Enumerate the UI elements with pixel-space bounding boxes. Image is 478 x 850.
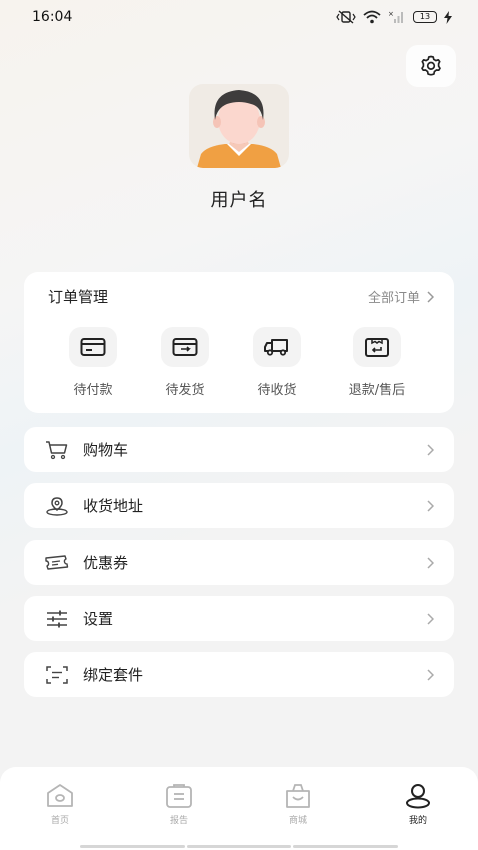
tab-mall[interactable]: 商城	[258, 783, 338, 826]
menu-item-shipping-address[interactable]: 收货地址	[24, 483, 454, 528]
menu-item-coupons[interactable]: 优惠券	[24, 540, 454, 585]
tab-report-label: 报告	[169, 816, 188, 826]
order-pending-shipment-label: 待发货	[165, 383, 205, 398]
vibrate-mute-icon	[336, 10, 356, 24]
settings-button[interactable]	[406, 45, 456, 87]
tab-mall-label: 商城	[288, 816, 307, 826]
home-icon	[47, 784, 73, 807]
chevron-right-icon	[427, 556, 434, 569]
chevron-right-icon	[427, 499, 434, 512]
chevron-right-icon	[427, 290, 434, 303]
tab-home[interactable]: 首页	[20, 783, 100, 826]
chevron-right-icon	[427, 612, 434, 625]
wifi-icon	[363, 10, 381, 24]
location-pin-icon	[46, 496, 68, 516]
tab-mine-label: 我的	[408, 816, 427, 826]
shopping-bag-icon	[286, 784, 310, 808]
charging-bolt-icon	[444, 10, 452, 24]
order-pending-payment[interactable]: 待付款	[48, 327, 138, 398]
order-pending-receipt[interactable]: 待收货	[232, 327, 322, 398]
shopping-cart-icon	[46, 440, 68, 459]
gesture-bar-segment	[80, 845, 185, 848]
status-icons: × 13	[336, 10, 452, 24]
avatar[interactable]	[189, 84, 289, 168]
menu-item-shopping-cart[interactable]: 购物车	[24, 427, 454, 472]
order-pending-shipment[interactable]: 待发货	[140, 327, 230, 398]
tab-mine[interactable]: 我的	[378, 783, 458, 826]
order-pending-payment-label: 待付款	[73, 383, 113, 398]
chevron-right-icon	[427, 668, 434, 681]
tab-report[interactable]: 报告	[139, 783, 219, 826]
status-time: 16:04	[32, 9, 73, 25]
sliders-icon	[47, 610, 67, 627]
scan-frame-icon	[46, 665, 68, 684]
svg-text:×: ×	[388, 10, 394, 18]
coupon-ticket-icon	[45, 554, 69, 570]
order-refund-aftersale-label: 退款/售后	[348, 383, 406, 398]
order-management-title: 订单管理	[48, 288, 109, 306]
status-bar: 16:04 × 13	[0, 0, 478, 34]
report-icon	[166, 784, 192, 808]
menu-item-bind-kit[interactable]: 绑定套件	[24, 652, 454, 697]
all-orders-link[interactable]: 全部订单	[368, 287, 434, 306]
menu-label-settings: 设置	[83, 610, 114, 628]
all-orders-label: 全部订单	[367, 291, 420, 306]
menu-label-bind-kit: 绑定套件	[83, 666, 144, 684]
order-management-card: 订单管理 全部订单 待付款 待发货 待收货 退款/售后	[24, 272, 454, 413]
gesture-bar-segment	[293, 845, 398, 848]
order-pending-receipt-label: 待收货	[257, 383, 297, 398]
menu-label-shopping-cart: 购物车	[83, 441, 129, 459]
chevron-right-icon	[427, 443, 434, 456]
menu-label-coupons: 优惠券	[83, 554, 129, 572]
order-refund-aftersale[interactable]: 退款/售后	[332, 327, 422, 398]
profile-icon	[406, 784, 430, 809]
gear-icon	[421, 55, 441, 76]
return-box-icon	[365, 338, 389, 357]
bottom-tab-bar: 首页 报告 商城 我的	[0, 767, 478, 850]
package-box-icon	[172, 338, 198, 356]
user-avatar-illustration	[197, 90, 281, 168]
menu-item-settings[interactable]: 设置	[24, 596, 454, 641]
tab-home-label: 首页	[50, 816, 69, 826]
battery-icon: 13	[413, 11, 437, 23]
battery-level: 13	[419, 12, 431, 21]
username[interactable]: 用户名	[0, 186, 478, 212]
gesture-bar-segment	[187, 845, 291, 848]
wallet-card-icon	[80, 338, 106, 356]
delivery-truck-icon	[264, 339, 288, 356]
cellular-signal-icon: ×	[388, 10, 403, 23]
menu-label-shipping-address: 收货地址	[83, 497, 144, 515]
